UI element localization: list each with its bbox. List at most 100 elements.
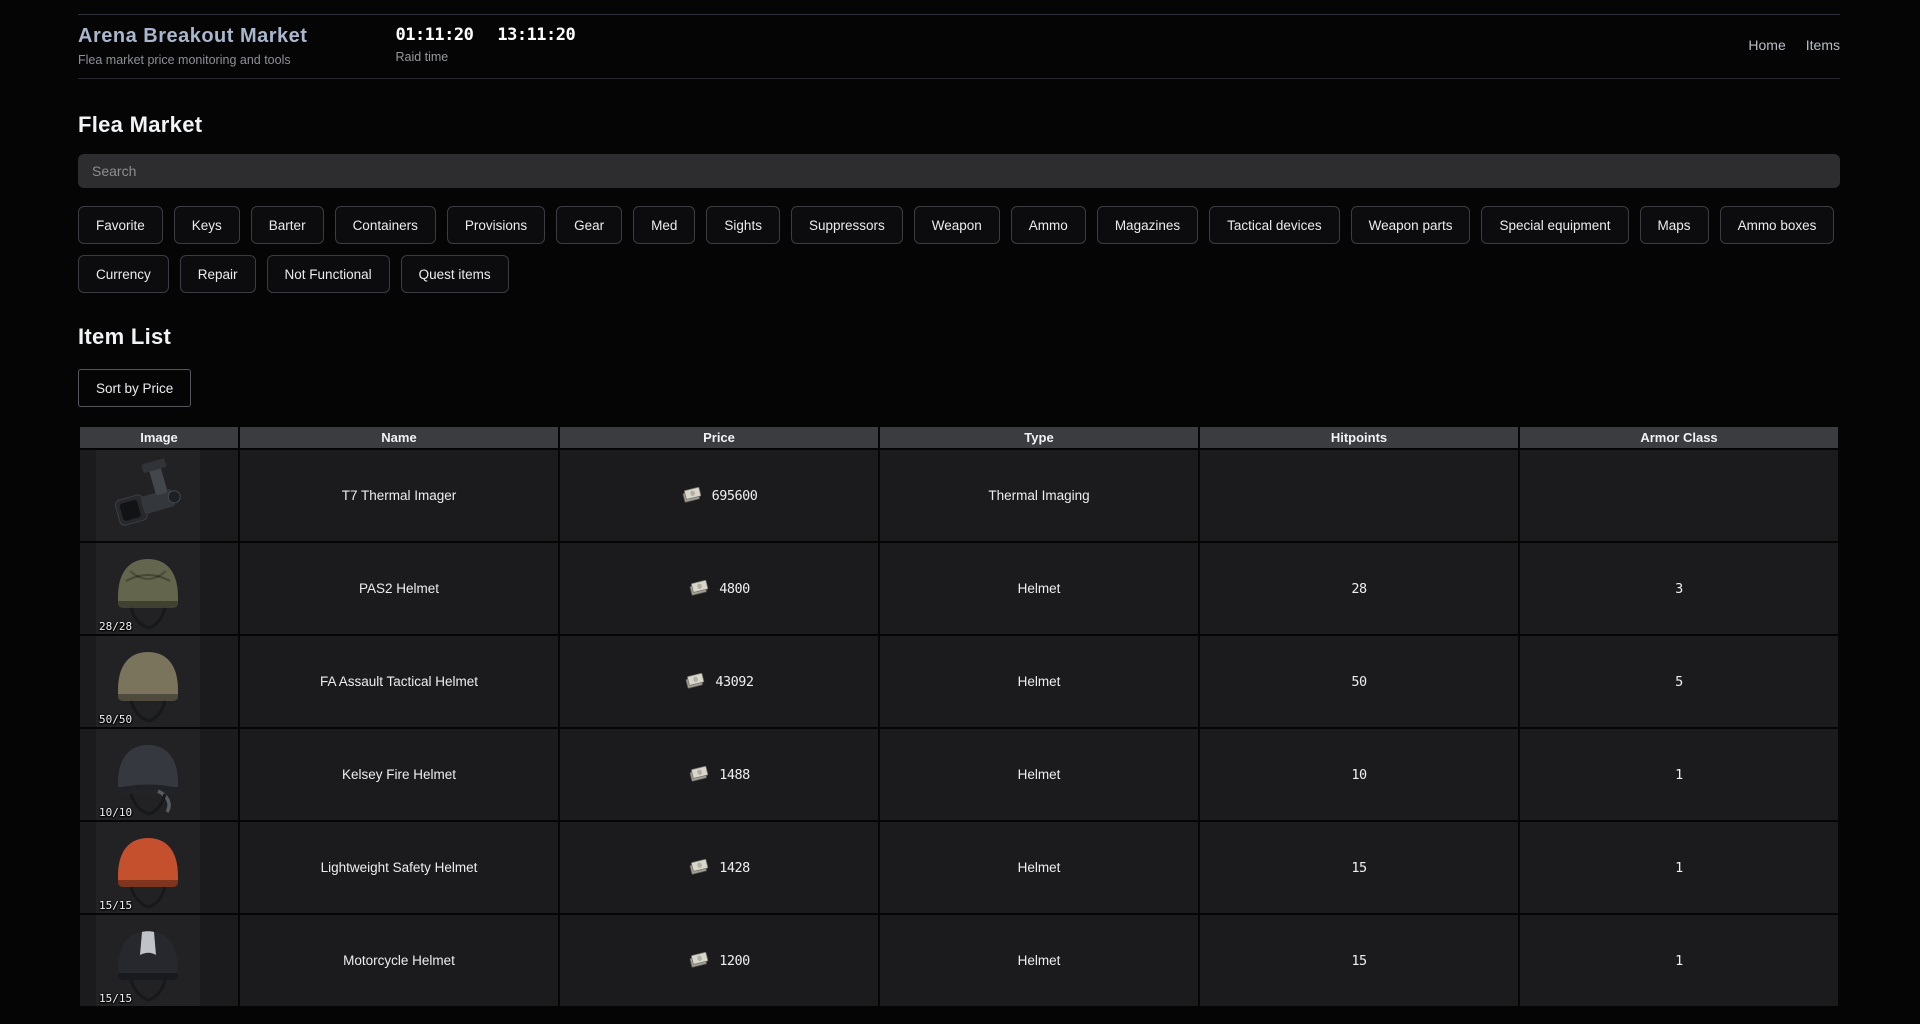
table-row[interactable]: 10/10Kelsey Fire Helmet1488Helmet101 [79,728,1839,821]
app-subtitle: Flea market price monitoring and tools [78,53,307,67]
helmet-icon [104,919,192,1003]
helmet-icon [104,547,192,631]
category-filter-maps[interactable]: Maps [1640,206,1709,244]
category-filter-repair[interactable]: Repair [180,255,256,293]
table-row[interactable]: 50/50FA Assault Tactical Helmet43092Helm… [79,635,1839,728]
item-name: PAS2 Helmet [239,542,559,635]
category-filter-weapon-parts[interactable]: Weapon parts [1351,206,1471,244]
sort-by-price-button[interactable]: Sort by Price [78,369,191,407]
item-price: 695600 [559,449,879,542]
durability-badge: 15/15 [99,992,132,1005]
item-hitpoints: 15 [1199,914,1519,1007]
table-row[interactable]: T7 Thermal Imager 695600 Thermal Imaging [79,449,1839,542]
column-header-price: Price [559,426,879,449]
cash-icon [688,858,710,877]
durability-badge: 10/10 [99,806,132,819]
item-thumbnail: 28/28 [96,543,200,634]
category-filter-ammo-boxes[interactable]: Ammo boxes [1720,206,1835,244]
category-filter-provisions[interactable]: Provisions [447,206,545,244]
category-filter-favorite[interactable]: Favorite [78,206,163,244]
brand: Arena Breakout Market Flea market price … [78,25,307,67]
item-image-cell: 50/50 [79,635,239,728]
item-hitpoints [1199,449,1519,542]
raid-time-secondary: 13:11:20 [497,25,575,45]
item-name: T7 Thermal Imager [239,449,559,542]
page: Arena Breakout Market Flea market price … [0,14,1920,1008]
category-filter-special-equipment[interactable]: Special equipment [1481,206,1628,244]
item-armor-class [1519,449,1839,542]
search-input[interactable] [78,154,1840,188]
item-table: ImageNamePriceTypeHitpointsArmor Class T… [78,425,1840,1008]
item-hitpoints: 15 [1199,821,1519,914]
flea-market-heading: Flea Market [78,112,1840,138]
table-body: T7 Thermal Imager695600Thermal Imaging28… [79,449,1839,1007]
item-price-value: 1428 [719,860,750,876]
topbar-nav: Home Items [1748,25,1840,53]
item-price-value: 1488 [719,767,750,783]
table-header-row: ImageNamePriceTypeHitpointsArmor Class [79,426,1839,449]
category-filter-keys[interactable]: Keys [174,206,240,244]
item-thumbnail: 50/50 [96,636,200,727]
category-filter-barter[interactable]: Barter [251,206,324,244]
column-header-type: Type [879,426,1199,449]
item-price-value: 1200 [719,953,750,969]
item-thumbnail: 15/15 [96,822,200,913]
item-price-value: 43092 [715,674,753,690]
raid-time-primary: 01:11:20 [395,25,473,45]
item-type: Helmet [879,728,1199,821]
helmet-icon [104,640,192,724]
nav-link-items[interactable]: Items [1806,37,1840,53]
column-header-name: Name [239,426,559,449]
item-image-cell: 10/10 [79,728,239,821]
category-filter-ammo[interactable]: Ammo [1011,206,1086,244]
item-name: Motorcycle Helmet [239,914,559,1007]
item-hitpoints: 28 [1199,542,1519,635]
category-filter-weapon[interactable]: Weapon [914,206,1000,244]
category-filter-quest-items[interactable]: Quest items [401,255,509,293]
category-filter-tactical-devices[interactable]: Tactical devices [1209,206,1340,244]
item-price: 43092 [559,635,879,728]
durability-badge: 15/15 [99,899,132,912]
item-price: 4800 [559,542,879,635]
category-filters: Favorite Keys Barter Containers Provisions Ge… [78,206,1840,293]
item-image-cell: 15/15 [79,821,239,914]
table-row[interactable]: 28/28PAS2 Helmet4800Helmet283 [79,542,1839,635]
item-type: Helmet [879,635,1199,728]
durability-badge: 50/50 [99,713,132,726]
item-thumbnail [96,450,200,541]
category-filter-not-functional[interactable]: Not Functional [267,255,390,293]
item-price: 1428 [559,821,879,914]
item-type: Helmet [879,914,1199,1007]
item-type: Thermal Imaging [879,449,1199,542]
table-row[interactable]: 15/15 Motorcycle Helmet 1200 Helmet151 [79,914,1839,1007]
item-armor-class: 1 [1519,914,1839,1007]
cash-icon [688,579,710,598]
item-armor-class: 1 [1519,821,1839,914]
table-row[interactable]: 15/15Lightweight Safety Helmet1428Helmet… [79,821,1839,914]
durability-badge: 28/28 [99,620,132,633]
item-price-value: 695600 [712,488,758,504]
category-filter-sights[interactable]: Sights [706,206,780,244]
cash-icon [688,951,710,970]
category-filter-med[interactable]: Med [633,206,695,244]
item-type: Helmet [879,821,1199,914]
item-armor-class: 5 [1519,635,1839,728]
category-filter-currency[interactable]: Currency [78,255,169,293]
helmet-icon [104,733,192,817]
item-type: Helmet [879,542,1199,635]
raid-time-label: Raid time [395,50,575,64]
item-thumbnail: 10/10 [96,729,200,820]
column-header-image: Image [79,426,239,449]
item-armor-class: 1 [1519,728,1839,821]
category-filter-gear[interactable]: Gear [556,206,622,244]
column-header-armor-class: Armor Class [1519,426,1839,449]
helmet-icon [104,826,192,910]
category-filter-magazines[interactable]: Magazines [1097,206,1198,244]
item-name: Kelsey Fire Helmet [239,728,559,821]
item-image-cell: 28/28 [79,542,239,635]
category-filter-containers[interactable]: Containers [335,206,436,244]
category-filter-suppressors[interactable]: Suppressors [791,206,903,244]
topbar: Arena Breakout Market Flea market price … [78,14,1840,79]
nav-link-home[interactable]: Home [1748,37,1785,53]
item-image-cell: 15/15 [79,914,239,1007]
